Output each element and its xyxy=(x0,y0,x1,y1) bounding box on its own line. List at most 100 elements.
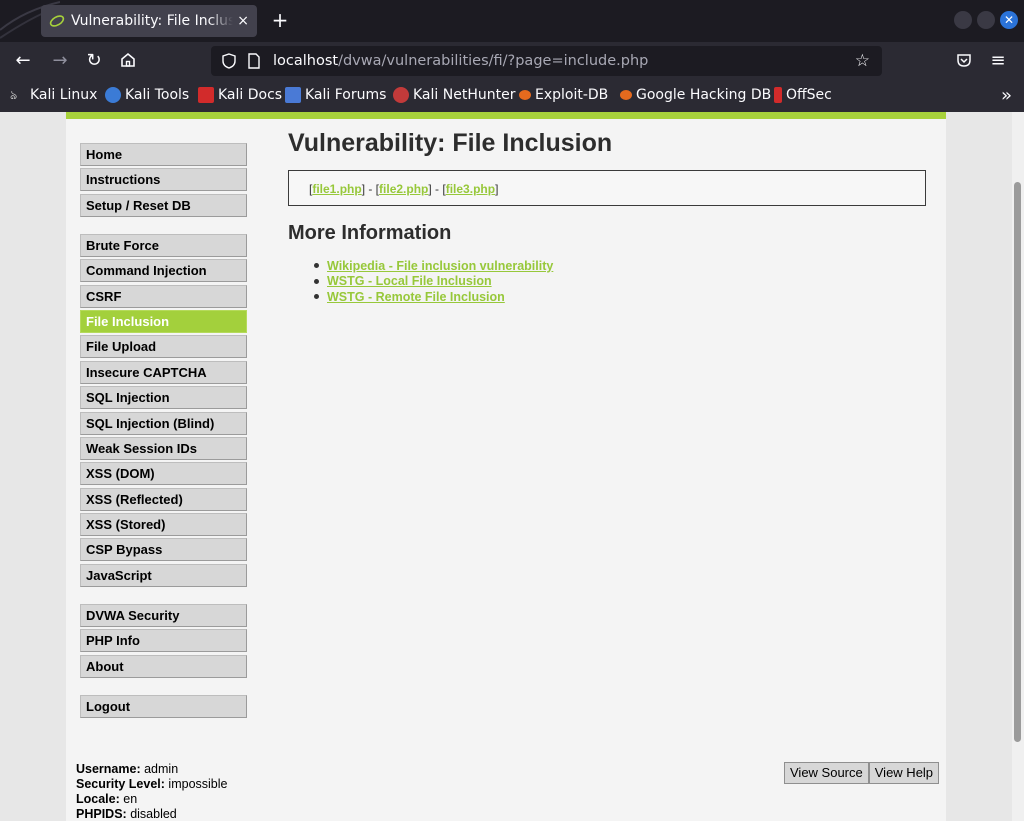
locale-value: en xyxy=(123,792,138,806)
bookmark-offsec[interactable]: OffSec xyxy=(774,87,832,103)
security-level-value: impossible xyxy=(168,777,228,791)
menu-xss-reflected[interactable]: XSS (Reflected) xyxy=(80,487,247,511)
wikipedia-link[interactable]: Wikipedia - File inclusion vulnerability xyxy=(327,259,553,273)
username-value: admin xyxy=(144,762,179,776)
menu-sql-injection-blind[interactable]: SQL Injection (Blind) xyxy=(80,411,247,435)
maximize-button[interactable] xyxy=(977,11,995,29)
view-source-button[interactable]: View Source xyxy=(784,762,869,784)
wstg-lfi-link[interactable]: WSTG - Local File Inclusion xyxy=(327,274,492,288)
security-level-label: Security Level: xyxy=(76,777,165,791)
menu-group-general: Home Instructions Setup / Reset DB xyxy=(80,143,247,217)
new-tab-button[interactable]: + xyxy=(270,8,290,32)
page-title: Vulnerability: File Inclusion xyxy=(288,129,613,157)
page-scrollbar[interactable] xyxy=(1012,112,1024,821)
bookmark-label: Google Hacking DB xyxy=(636,87,772,103)
kali-forums-icon xyxy=(285,87,301,103)
hamburger-menu-icon[interactable]: ≡ xyxy=(988,51,1008,71)
bullet-icon xyxy=(314,263,319,269)
scrollbar-thumb[interactable] xyxy=(1014,182,1021,742)
menu-csp-bypass[interactable]: CSP Bypass xyxy=(80,538,247,562)
menu-brute-force[interactable]: Brute Force xyxy=(80,233,247,257)
nethunter-icon xyxy=(393,87,409,103)
menu-logout[interactable]: Logout xyxy=(80,694,247,718)
close-window-button[interactable]: ✕ xyxy=(1000,11,1018,29)
menu-javascript[interactable]: JavaScript xyxy=(80,563,247,587)
file2-link[interactable]: file2.php xyxy=(379,182,428,196)
menu-xss-stored[interactable]: XSS (Stored) xyxy=(80,513,247,537)
tab-title: Vulnerability: File Inclusion xyxy=(71,13,234,29)
bookmark-label: OffSec xyxy=(786,87,832,103)
url-text: localhost/dvwa/vulnerabilities/fi/?page=… xyxy=(273,53,648,69)
phpids-value: disabled xyxy=(130,807,177,821)
ghdb-icon xyxy=(620,90,632,100)
tracking-shield-icon[interactable] xyxy=(221,53,237,69)
menu-file-inclusion[interactable]: File Inclusion xyxy=(80,309,247,333)
menu-instructions[interactable]: Instructions xyxy=(80,168,247,192)
menu-sql-injection[interactable]: SQL Injection xyxy=(80,386,247,410)
bookmark-label: Exploit-DB xyxy=(535,87,609,103)
bookmarks-overflow-icon[interactable]: » xyxy=(1001,85,1012,106)
browser-navbar: ← → ↻ localhost/dvwa/vulnerabilities/fi/… xyxy=(0,42,1024,80)
browser-tab-active[interactable]: Vulnerability: File Inclusion × xyxy=(41,5,257,37)
url-path: /dvwa/vulnerabilities/fi/?page=include.p… xyxy=(338,53,649,69)
menu-group-settings: DVWA Security PHP Info About xyxy=(80,603,247,678)
file1-link[interactable]: file1.php xyxy=(312,182,361,196)
menu-xss-dom[interactable]: XSS (DOM) xyxy=(80,462,247,486)
menu-home[interactable]: Home xyxy=(80,143,247,166)
menu-group-logout: Logout xyxy=(80,694,247,718)
minimize-button[interactable] xyxy=(954,11,972,29)
menu-setup-reset-db[interactable]: Setup / Reset DB xyxy=(80,193,247,217)
locale-row: Locale: en xyxy=(76,792,227,807)
kali-docs-icon xyxy=(198,87,214,103)
menu-about[interactable]: About xyxy=(80,654,247,678)
menu-dvwa-security[interactable]: DVWA Security xyxy=(80,603,247,627)
username-label: Username: xyxy=(76,762,141,776)
wstg-rfi-link[interactable]: WSTG - Remote File Inclusion xyxy=(327,290,505,304)
menu-insecure-captcha[interactable]: Insecure CAPTCHA xyxy=(80,360,247,384)
bookmark-kali-nethunter[interactable]: Kali NetHunter xyxy=(393,87,515,103)
forward-arrow-icon[interactable]: → xyxy=(50,51,70,71)
dvwa-menu: Home Instructions Setup / Reset DB Brute… xyxy=(80,143,247,735)
bookmark-star-icon[interactable]: ☆ xyxy=(855,51,870,71)
bookmark-kali-linux[interactable]: ঌ Kali Linux xyxy=(10,87,97,103)
back-arrow-icon[interactable]: ← xyxy=(13,51,33,71)
file-links-box: [file1.php] - [file2.php] - [file3.php] xyxy=(288,170,926,206)
bookmark-label: Kali NetHunter xyxy=(413,87,516,103)
view-help-button[interactable]: View Help xyxy=(868,762,940,784)
reload-icon[interactable]: ↻ xyxy=(84,51,104,71)
url-bar[interactable]: localhost/dvwa/vulnerabilities/fi/?page=… xyxy=(211,46,882,76)
session-info: Username: admin Security Level: impossib… xyxy=(76,762,227,821)
bookmark-kali-tools[interactable]: Kali Tools xyxy=(105,87,189,103)
dvwa-container: Home Instructions Setup / Reset DB Brute… xyxy=(66,112,946,821)
browser-titlebar: Vulnerability: File Inclusion × + ✕ xyxy=(0,0,1024,42)
menu-file-upload[interactable]: File Upload xyxy=(80,335,247,359)
menu-php-info[interactable]: PHP Info xyxy=(80,629,247,653)
bullet-icon xyxy=(314,278,319,284)
menu-command-injection[interactable]: Command Injection xyxy=(80,259,247,283)
menu-csrf[interactable]: CSRF xyxy=(80,284,247,308)
bookmark-kali-docs[interactable]: Kali Docs xyxy=(198,87,282,103)
more-information-list: Wikipedia - File inclusion vulnerability… xyxy=(314,258,553,305)
pocket-icon[interactable] xyxy=(954,51,974,71)
bookmarks-toolbar: ঌ Kali Linux Kali Tools Kali Docs Kali Fo… xyxy=(0,80,1024,112)
offsec-icon xyxy=(774,87,782,103)
header-green-rule xyxy=(66,112,946,119)
page-info-icon[interactable] xyxy=(247,53,261,69)
bookmark-label: Kali Forums xyxy=(305,87,387,103)
bookmark-label: Kali Docs xyxy=(218,87,283,103)
bookmark-label: Kali Linux xyxy=(30,87,98,103)
locale-label: Locale: xyxy=(76,792,120,806)
tab-close-icon[interactable]: × xyxy=(237,13,249,29)
kali-tools-icon xyxy=(105,87,121,103)
exploit-db-icon xyxy=(519,90,531,100)
phpids-row: PHPIDS: disabled xyxy=(76,807,227,821)
menu-weak-session-ids[interactable]: Weak Session IDs xyxy=(80,436,247,460)
security-level-row: Security Level: impossible xyxy=(76,777,227,792)
bookmark-google-hacking-db[interactable]: Google Hacking DB xyxy=(620,87,771,103)
bookmark-kali-forums[interactable]: Kali Forums xyxy=(285,87,386,103)
username-row: Username: admin xyxy=(76,762,227,777)
file3-link[interactable]: file3.php xyxy=(446,182,495,196)
home-icon[interactable] xyxy=(118,51,138,71)
list-item: WSTG - Remote File Inclusion xyxy=(314,289,553,305)
bookmark-exploit-db[interactable]: Exploit-DB xyxy=(519,87,608,103)
